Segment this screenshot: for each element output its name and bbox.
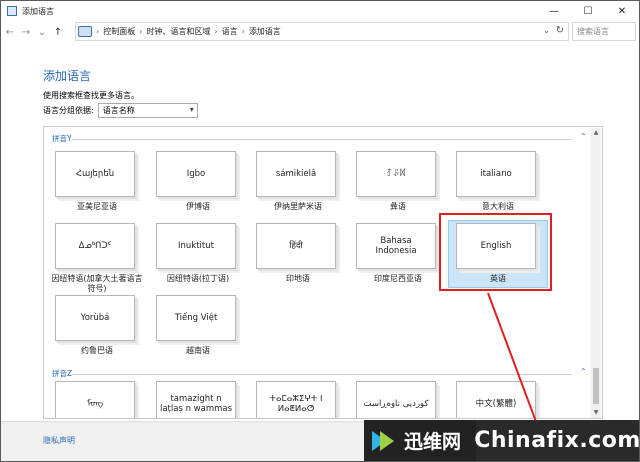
watermark-logo: 迅维网 [364, 420, 476, 461]
brand-mark-icon [372, 430, 394, 451]
watermark: 迅维网 Chinafix.com [364, 420, 639, 461]
add-language-window: 添加语言 — ☐ ✕ ← → ⌄ ↑ › 控制面板 › 时钟、语言和区域 › 语… [0, 0, 640, 462]
watermark-brand: 迅维网 [404, 431, 462, 453]
watermark-site: Chinafix.com [474, 420, 639, 461]
red-arrow-annotation [487, 292, 547, 451]
